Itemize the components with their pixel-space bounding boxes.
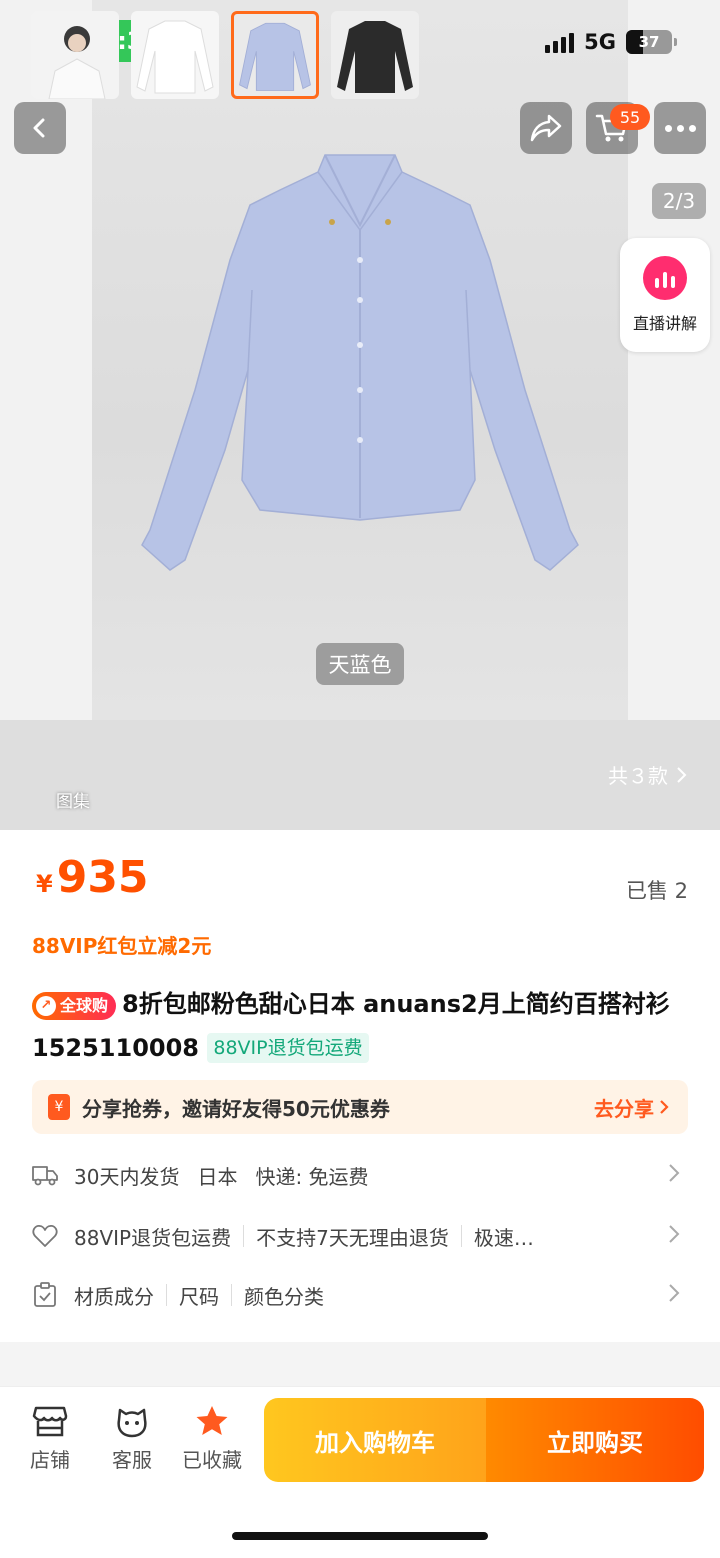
coupon-text: 分享抢券，邀请好友得50元优惠券 (82, 1096, 390, 1121)
thumbnail-blue-shirt-selected[interactable] (231, 11, 319, 99)
truck-icon (32, 1162, 58, 1188)
favorite-label: 已收藏 (182, 1448, 242, 1472)
store-label: 店铺 (30, 1448, 70, 1472)
back-button[interactable] (14, 102, 66, 154)
chevron-right-icon (669, 1284, 680, 1302)
buy-now-button[interactable]: 立即购买 (486, 1398, 704, 1482)
guarantee-row[interactable]: 88VIP退货包运费 不支持7天无理由退货 极速… (32, 1216, 688, 1256)
live-explain-label: 直播讲解 (632, 314, 697, 333)
share-arrow-icon (530, 114, 562, 142)
more-button[interactable] (654, 102, 706, 154)
thumbnail-black-shirt[interactable] (331, 11, 419, 99)
chevron-left-icon (33, 118, 45, 138)
guarantee-refund: 极速… (473, 1225, 534, 1250)
blue-shirt-icon (239, 22, 311, 91)
service-tab[interactable]: 客服 (97, 1404, 167, 1473)
specs-row[interactable]: 材质成分 尺码 颜色分类 (32, 1275, 688, 1315)
ship-origin: 日本 (197, 1164, 238, 1189)
coupon-icon: ¥ (48, 1094, 70, 1120)
spec-size: 尺码 (179, 1284, 219, 1309)
thumbnail-gallery[interactable] (31, 11, 119, 99)
guarantee-vip-return: 88VIP退货包运费 (74, 1225, 232, 1250)
price-currency: ¥ (36, 870, 53, 898)
battery-icon: 37 (626, 30, 677, 54)
guarantee-no-return: 不支持7天无理由退货 (256, 1225, 449, 1250)
add-to-cart-button[interactable]: 加入购物车 (264, 1398, 486, 1482)
star-filled-icon (196, 1406, 228, 1435)
global-purchase-badge: ↗ 全球购 (32, 992, 117, 1020)
service-face-icon (117, 1408, 147, 1438)
divider (166, 1284, 167, 1306)
product-title: ↗ 全球购 8折包邮粉色甜心日本 anuans2月上简约百搭衬衫1525110008… (32, 982, 682, 1070)
thumbnail-white-shirt[interactable] (131, 11, 219, 99)
favorite-tab[interactable]: 已收藏 (177, 1404, 247, 1473)
service-label: 客服 (112, 1448, 152, 1472)
white-shirt-icon (136, 20, 214, 94)
store-tab[interactable]: 店铺 (15, 1404, 85, 1473)
home-indicator[interactable] (232, 1532, 488, 1540)
share-coupon-banner[interactable]: ¥ 分享抢券，邀请好友得50元优惠券 去分享 (32, 1080, 688, 1134)
battery-level: 37 (638, 33, 660, 51)
total-styles-link[interactable]: 共３款 (608, 760, 688, 789)
cart-count-badge: 55 (610, 104, 650, 130)
spec-color: 颜色分类 (244, 1284, 324, 1309)
color-variant-tag: 天蓝色 (316, 643, 404, 685)
sold-count: 已售 2 (625, 879, 688, 903)
black-shirt-icon (337, 21, 413, 93)
chevron-right-icon (660, 1100, 669, 1114)
chevron-right-icon (677, 766, 687, 783)
price-value: 935 (56, 852, 149, 903)
live-explain-button[interactable]: 直播讲解 (620, 238, 710, 352)
image-page-indicator: 2/3 (652, 183, 706, 219)
shirt-product-image (141, 154, 579, 571)
total-styles-label: 共３款 (608, 764, 668, 788)
live-bars-icon (643, 256, 687, 300)
store-icon (32, 1406, 68, 1437)
clipboard-check-icon (32, 1282, 58, 1308)
vip-return-tag: 88VIP退货包运费 (207, 1033, 369, 1063)
coupon-share-action[interactable]: 去分享 (594, 1093, 654, 1122)
chevron-right-icon (669, 1164, 680, 1182)
gallery-label: 图集 (56, 792, 90, 812)
divider (460, 1225, 462, 1247)
divider (231, 1284, 232, 1306)
heart-shield-icon (32, 1223, 58, 1249)
signal-icon (545, 31, 575, 53)
arrow-icon: ↗ (36, 996, 56, 1016)
price: ¥ 935 (36, 852, 149, 903)
ship-time: 30天内发货 (74, 1164, 180, 1189)
chevron-right-icon (669, 1225, 680, 1243)
share-button[interactable] (520, 102, 572, 154)
shipping-row[interactable]: 30天内发货 日本 快递: 免运费 (32, 1155, 688, 1195)
network-label: 5G (584, 30, 616, 54)
ship-courier: 快递: 免运费 (255, 1164, 369, 1189)
status-indicators: 5G 37 (545, 30, 677, 54)
global-badge-label: 全球购 (60, 996, 109, 1015)
vip-promo-text: 88VIP红包立减2元 (32, 934, 212, 958)
product-detail-page: 天蓝色 13:34 5G 37 55 2/3 直播讲解 图集 共３款 ¥ 935… (0, 0, 720, 1558)
more-dots-icon (664, 124, 696, 132)
divider (243, 1225, 245, 1247)
model-photo-icon (48, 26, 106, 99)
spec-material: 材质成分 (74, 1284, 154, 1309)
